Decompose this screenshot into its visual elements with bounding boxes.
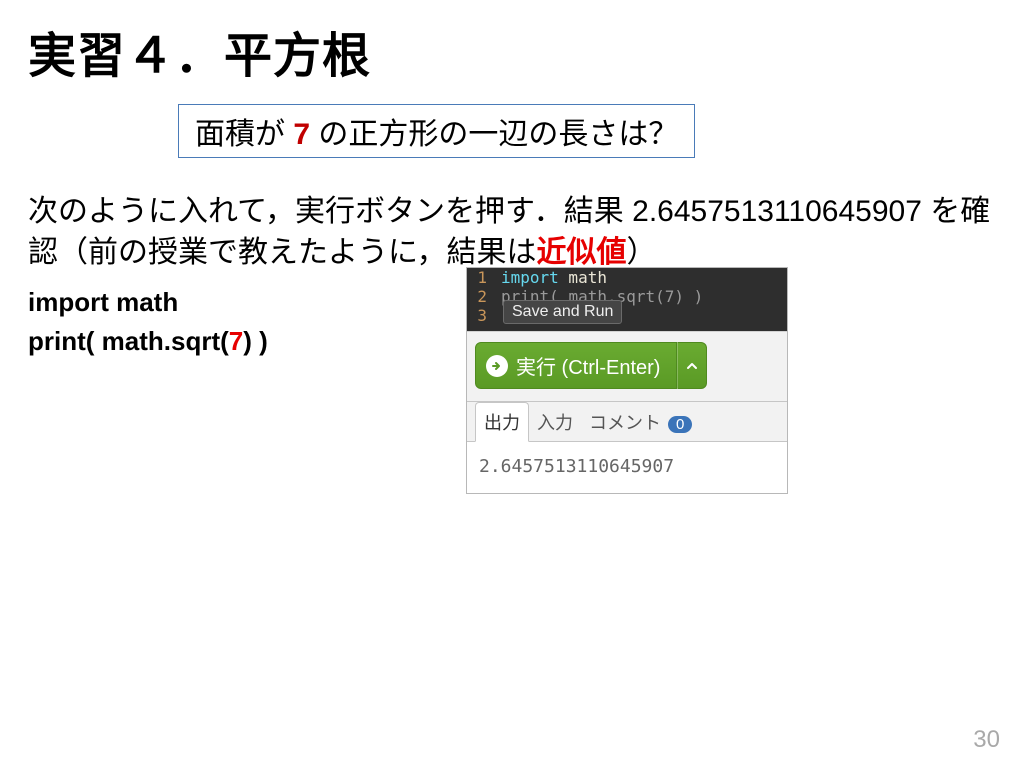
question-suffix: の正方形の一辺の長さは？ (310, 118, 678, 151)
run-arrow-icon (486, 355, 508, 377)
run-dropdown-button[interactable] (677, 342, 707, 389)
question-prefix: 面積が (195, 118, 293, 151)
output-tabs: 出力 入力 コメント 0 (467, 401, 787, 442)
gutter-1: 1 (467, 268, 493, 287)
code-l2-pre: print( math.sqrt( (28, 326, 229, 356)
instruction-text: 次のように入れて，実行ボタンを押す．結果 2.6457513110645907 … (28, 192, 996, 273)
code-l2-post: ) ) (243, 326, 268, 356)
tab-comment-label: コメント (589, 413, 661, 433)
run-button[interactable]: 実行 (Ctrl-Enter) (475, 342, 677, 389)
comment-count-badge: 0 (668, 416, 692, 433)
code-l2-arg: 7 (229, 326, 243, 356)
ide-panel: 1 import math 2 print( math.sqrt(7) ) 3 … (466, 267, 788, 494)
editor-line-1: import math (493, 268, 607, 287)
slide-title: 実習４．平方根 (28, 16, 996, 86)
editor-kw: import (501, 268, 559, 287)
gutter-3: 3 (467, 306, 493, 325)
editor-arg: 7 (665, 287, 675, 306)
run-bar: 実行 (Ctrl-Enter) (467, 331, 787, 401)
tab-input[interactable]: 入力 (529, 403, 581, 441)
tab-comment[interactable]: コメント 0 (581, 403, 700, 441)
instruction-result: 2.6457513110645907 (632, 195, 922, 228)
question-box: 面積が 7 の正方形の一辺の長さは？ (178, 104, 695, 158)
run-button-label: 実行 (Ctrl-Enter) (516, 351, 660, 380)
editor-rest: math (559, 268, 607, 287)
instruction-tail: ） (627, 236, 657, 269)
output-pane: 2.6457513110645907 (467, 442, 787, 493)
chevron-up-icon (686, 360, 698, 372)
tooltip-save-and-run: Save and Run (503, 300, 622, 324)
code-editor[interactable]: 1 import math 2 print( math.sqrt(7) ) 3 … (467, 268, 787, 331)
gutter-2: 2 (467, 287, 493, 306)
page-number: 30 (973, 726, 1000, 754)
instruction-line1: 次のように入れて，実行ボタンを押す．結果 (28, 195, 624, 228)
question-seven: 7 (293, 118, 310, 151)
tab-output[interactable]: 出力 (475, 402, 529, 442)
editor-end: ) ) (674, 287, 703, 306)
instruction-highlight: 近似値 (537, 236, 627, 269)
